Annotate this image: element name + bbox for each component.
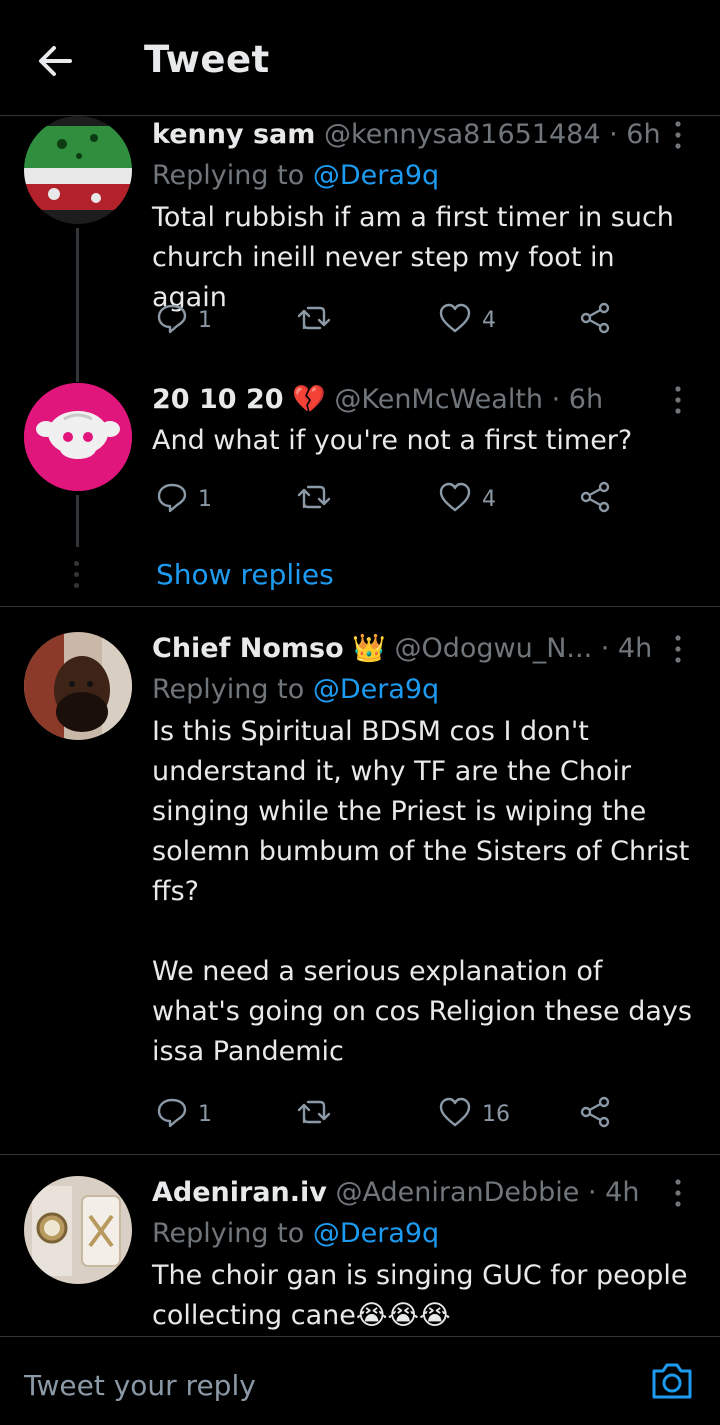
tweet-body: kenny sam @kennysa81651484 · 6h Replying… [152,118,697,318]
divider [0,606,720,607]
reply-icon [156,481,188,517]
thread-continuation-dots [73,561,81,594]
display-name[interactable]: 20 10 20 [152,384,284,415]
timestamp: · 6h [609,119,661,150]
handle[interactable]: @KenMcWealth [334,384,543,415]
display-name[interactable]: Chief Nomso [152,633,344,664]
top-bar: Tweet [0,0,720,116]
like-button[interactable]: 16 [438,1092,510,1136]
tweet-meta: kenny sam @kennysa81651484 · 6h [152,118,697,152]
avatar[interactable] [24,1176,132,1284]
retweet-button[interactable] [296,298,342,342]
reply-feed: kenny sam @kennysa81651484 · 6h Replying… [0,116,720,1336]
share-icon [578,1096,612,1132]
like-icon [438,1096,472,1132]
reply-icon [156,302,188,338]
replying-prefix: Replying to [152,1218,313,1249]
more-icon[interactable] [668,385,688,415]
more-icon[interactable] [668,634,688,664]
mention-link[interactable]: @Dera9q [313,674,439,705]
replying-prefix: Replying to [152,160,313,191]
like-count: 4 [482,486,496,512]
tweet-meta: Adeniran.iv @AdeniranDebbie · 4h [152,1176,697,1210]
like-icon [438,302,472,338]
tweet-actions: 1 16 [152,1092,622,1136]
tweet[interactable]: Adeniran.iv @AdeniranDebbie · 4h Replyin… [0,1174,720,1336]
replying-to: Replying to @Dera9q [152,156,697,196]
display-name[interactable]: Adeniran.iv [152,1177,327,1208]
thread-line [76,495,79,547]
like-icon [438,481,472,517]
timestamp: · 4h [600,633,653,664]
replying-to: Replying to @Dera9q [152,1214,697,1254]
tweet-actions: 1 4 [152,477,622,521]
page-title: Tweet [144,38,270,81]
handle[interactable]: @Odogwu_N... [394,633,592,664]
tweet-body: 20 10 20 💔 @KenMcWealth · 6h And what if… [152,383,697,461]
share-icon [578,481,612,517]
like-button[interactable]: 4 [438,298,496,342]
tweet-text: And what if you're not a first timer? [152,425,633,456]
like-button[interactable]: 4 [438,477,496,521]
tweet-meta: 20 10 20 💔 @KenMcWealth · 6h [152,383,697,417]
heart-emoji: 💔 [292,384,326,415]
share-icon [578,302,612,338]
tweet-actions: 1 4 [152,298,622,342]
share-button[interactable] [578,1092,612,1136]
camera-icon[interactable] [648,1357,696,1405]
retweet-icon [296,302,332,338]
like-count: 4 [482,307,496,333]
tweet[interactable]: Chief Nomso 👑 @Odogwu_N... · 4h Replying… [0,630,720,1152]
retweet-icon [296,1096,332,1132]
avatar[interactable] [24,632,132,740]
retweet-icon [296,481,332,517]
divider [0,1154,720,1155]
reply-count: 1 [198,1101,212,1127]
handle[interactable]: @AdeniranDebbie [335,1177,579,1208]
tweet[interactable]: kenny sam @kennysa81651484 · 6h Replying… [0,116,720,386]
more-icon[interactable] [668,120,688,150]
reply-button[interactable]: 1 [156,1092,212,1136]
tweet[interactable]: 20 10 20 💔 @KenMcWealth · 6h And what if… [0,383,720,605]
retweet-button[interactable] [296,1092,342,1136]
share-button[interactable] [578,298,612,342]
like-count: 16 [482,1101,510,1127]
handle[interactable]: @kennysa81651484 [324,119,601,150]
display-name[interactable]: kenny sam [152,119,315,150]
reply-composer: Tweet your reply [0,1336,720,1425]
reply-icon [156,1096,188,1132]
thread-line [76,228,79,382]
tweet-body: Adeniran.iv @AdeniranDebbie · 4h Replyin… [152,1176,697,1336]
reply-count: 1 [198,486,212,512]
reply-button[interactable]: 1 [156,298,212,342]
show-replies-link[interactable]: Show replies [156,558,334,591]
replying-prefix: Replying to [152,674,313,705]
tweet-text: Is this Spiritual BDSM cos I don't under… [152,716,692,1067]
mention-link[interactable]: @Dera9q [313,1218,439,1249]
more-icon[interactable] [668,1178,688,1208]
crown-emoji: 👑 [352,633,386,664]
replying-to: Replying to @Dera9q [152,670,697,710]
timestamp: · 6h [551,384,604,415]
tweet-body: Chief Nomso 👑 @Odogwu_N... · 4h Replying… [152,632,697,1072]
mention-link[interactable]: @Dera9q [313,160,439,191]
tweet-text: The choir gan is singing GUC for people … [152,1260,697,1331]
retweet-button[interactable] [296,477,342,521]
reply-button[interactable]: 1 [156,477,212,521]
back-arrow-icon[interactable] [30,36,80,86]
tweet-meta: Chief Nomso 👑 @Odogwu_N... · 4h [152,632,697,666]
avatar[interactable] [24,383,132,491]
share-button[interactable] [578,477,612,521]
avatar[interactable] [24,116,132,224]
timestamp: · 4h [588,1177,640,1208]
reply-count: 1 [198,307,212,333]
reply-input[interactable]: Tweet your reply [24,1369,256,1402]
